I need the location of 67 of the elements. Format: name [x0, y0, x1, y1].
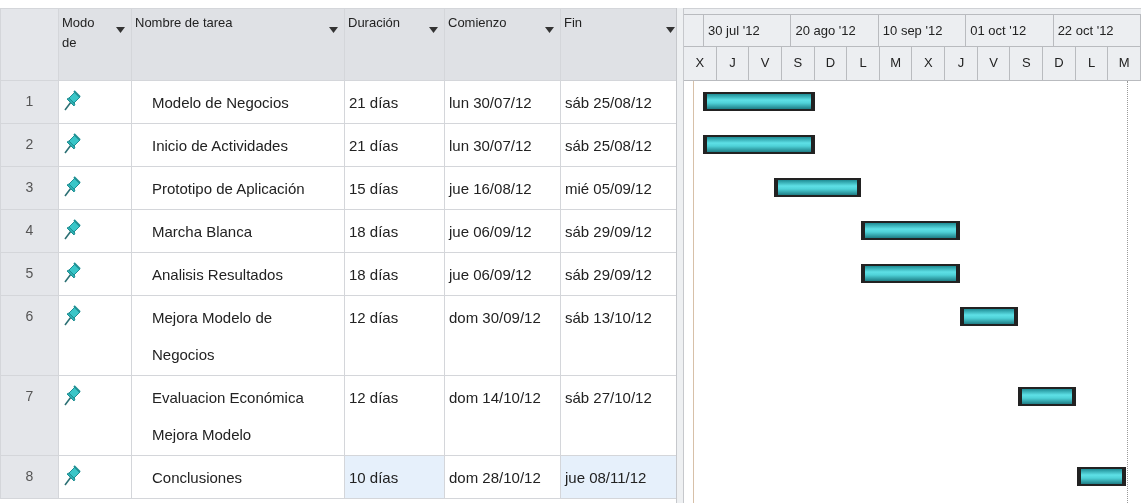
column-header: Duración	[348, 14, 401, 32]
row-number: 4	[25, 222, 34, 238]
pushpin-icon	[63, 89, 81, 111]
task-name: Marcha Blanca	[151, 222, 254, 242]
task-name: Prototipo de Aplicación	[151, 179, 306, 199]
timescale-label: M	[1108, 47, 1141, 80]
table-cell: jue 06/09/12	[444, 209, 561, 253]
dropdown-arrow-icon[interactable]	[429, 27, 438, 33]
timescale-label: M	[879, 47, 913, 80]
table-cell: 21 días	[344, 123, 445, 167]
timescale-label: D	[1043, 47, 1076, 80]
table-cell: jue 16/08/12	[444, 166, 561, 210]
row-number: 7	[25, 388, 34, 404]
timescale-label: X	[912, 47, 946, 80]
row-number: 3	[25, 179, 34, 195]
pushpin-icon	[63, 304, 81, 326]
timescale-label: S	[1010, 47, 1044, 80]
task-name: Mejora Modelo de Negocios	[151, 308, 274, 365]
gantt-bar	[1076, 467, 1127, 486]
column-header: Nombre de tarea	[135, 14, 233, 32]
timescale-label: V	[977, 47, 1011, 80]
pushpin-icon	[63, 218, 81, 240]
timescale-label: J	[945, 47, 978, 80]
task-name: Modelo de Negocios	[151, 93, 290, 113]
table-cell: 15 días	[344, 166, 445, 210]
dropdown-arrow-icon[interactable]	[116, 27, 125, 33]
table-cell: 10 días	[344, 455, 445, 499]
timescale-label: J	[716, 47, 750, 80]
dropdown-arrow-icon[interactable]	[666, 27, 675, 33]
column-header: Fin	[564, 14, 584, 32]
pushpin-icon	[63, 261, 81, 283]
row-number: 2	[25, 136, 34, 152]
row-number: 8	[25, 468, 34, 484]
task-name: Inicio de Actividades	[151, 136, 289, 156]
table-cell: 12 días	[344, 375, 445, 456]
column-header: Modo de	[62, 14, 95, 52]
table-cell: 18 días	[344, 252, 445, 296]
table-cell: dom 28/10/12	[444, 455, 561, 499]
table-cell: jue 06/09/12	[444, 252, 561, 296]
gantt-bar	[960, 307, 1019, 326]
task-name: Analisis Resultados	[151, 265, 284, 285]
table-cell: dom 30/09/12	[444, 295, 561, 376]
row-number: 1	[25, 93, 34, 109]
timescale-label: D	[814, 47, 848, 80]
column-header: Comienzo	[448, 14, 507, 32]
dropdown-arrow-icon[interactable]	[545, 27, 554, 33]
table-cell: 12 días	[344, 295, 445, 376]
pushpin-icon	[63, 464, 81, 486]
task-name: Conclusiones	[151, 468, 244, 488]
table-cell: lun 30/07/12	[444, 80, 561, 124]
timescale-label: X	[684, 47, 717, 80]
table-cell: lun 30/07/12	[444, 123, 561, 167]
pushpin-icon	[63, 175, 81, 197]
row-number: 5	[25, 265, 34, 281]
timescale-label: V	[749, 47, 782, 80]
table-cell: 21 días	[344, 80, 445, 124]
dropdown-arrow-icon[interactable]	[329, 27, 338, 33]
timescale-label: S	[781, 47, 815, 80]
task-name: Evaluacion Económica Mejora Modelo	[151, 388, 305, 445]
pushpin-icon	[63, 384, 81, 406]
table-cell: dom 14/10/12	[444, 375, 561, 456]
row-number: 6	[25, 308, 34, 324]
pushpin-icon	[63, 132, 81, 154]
table-cell: 18 días	[344, 209, 445, 253]
gantt-bar	[1018, 387, 1077, 406]
timescale-label: L	[847, 47, 880, 80]
timescale-label: L	[1075, 47, 1109, 80]
